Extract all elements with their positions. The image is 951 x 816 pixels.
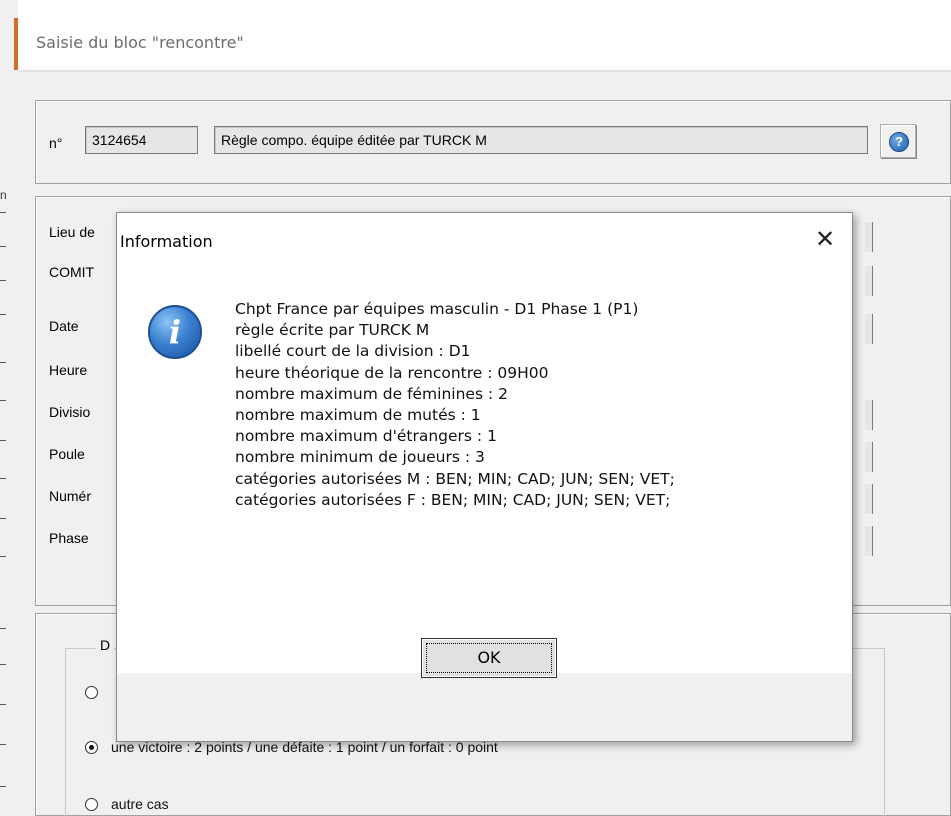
background-text-fragment: n: [0, 188, 7, 202]
message-line: libellé court de la division : D1: [235, 342, 471, 361]
dialog-title-bar: Information ✕: [117, 213, 852, 263]
strip-tick: [0, 246, 6, 247]
row-label-poule: Poule: [49, 446, 85, 462]
ok-button[interactable]: OK: [421, 638, 557, 678]
strip-tick: [0, 280, 6, 281]
info-icon: i: [148, 305, 202, 359]
dialog-title: Information: [120, 232, 213, 251]
strip-tick: [0, 744, 6, 745]
row-label-date: Date: [49, 318, 79, 334]
dialog-footer: [117, 673, 852, 741]
strip-tick: [0, 478, 6, 479]
strip-tick: [0, 314, 6, 315]
row-label-phase: Phase: [49, 530, 89, 546]
message-line: nombre maximum de féminines : 2: [235, 384, 508, 403]
field-lieu[interactable]: [865, 222, 873, 252]
field-phase[interactable]: [865, 526, 873, 556]
strip-tick: [0, 664, 6, 665]
row-label-division: Divisio: [49, 404, 91, 420]
message-line: nombre maximum d'étrangers : 1: [235, 427, 497, 446]
strip-tick: [0, 440, 6, 441]
dialog-body: i Chpt France par équipes masculin - D1 …: [117, 263, 852, 673]
strip-tick: [0, 704, 6, 705]
rule-description-field: Règle compo. équipe éditée par TURCK M: [214, 126, 868, 154]
field-poule[interactable]: [865, 442, 873, 472]
strip-tick: [0, 518, 6, 519]
close-icon[interactable]: ✕: [807, 223, 843, 255]
points-option-radio-1[interactable]: [85, 686, 98, 699]
message-line: nombre minimum de joueurs : 3: [235, 448, 485, 467]
message-line: Chpt France par équipes masculin - D1 Ph…: [235, 300, 639, 318]
number-label: n°: [49, 135, 63, 151]
help-button[interactable]: ?: [880, 124, 916, 158]
field-date[interactable]: [865, 314, 873, 344]
window-title-bar: Saisie du bloc "rencontre": [18, 0, 951, 72]
strip-tick: [0, 400, 6, 401]
message-line: catégories autorisées M : BEN; MIN; CAD;…: [235, 469, 675, 488]
message-line: nombre maximum de mutés : 1: [235, 406, 481, 425]
row-label-comite: COMIT: [49, 264, 95, 280]
strip-tick: [0, 362, 6, 363]
information-dialog: Information ✕ i Chpt France par équipes …: [116, 212, 853, 742]
points-option-radio-3[interactable]: [85, 798, 98, 811]
field-comite[interactable]: [865, 266, 873, 296]
message-line: règle écrite par TURCK M: [235, 321, 430, 340]
strip-tick: [0, 212, 6, 213]
question-circle-icon: ?: [889, 132, 909, 152]
points-group-title: D: [96, 637, 115, 653]
points-option-label-3: autre cas: [111, 796, 169, 812]
strip-tick: [0, 786, 6, 787]
background-window-strip: n: [0, 0, 18, 816]
message-line: catégories autorisées F : BEN; MIN; CAD;…: [235, 490, 671, 509]
strip-tick: [0, 556, 6, 557]
meeting-number-field: 3124654: [85, 126, 198, 154]
row-label-lieu: Lieu de: [49, 224, 95, 240]
field-numero[interactable]: [865, 484, 873, 514]
dialog-message: Chpt France par équipes masculin - D1 Ph…: [235, 299, 845, 511]
message-line: heure théorique de la rencontre : 09H00: [235, 363, 549, 382]
row-label-numero: Numér: [49, 488, 92, 504]
focus-rectangle: [426, 643, 552, 673]
strip-tick: [0, 628, 6, 629]
window-title: Saisie du bloc "rencontre": [36, 33, 244, 52]
points-option-radio-2[interactable]: [85, 741, 98, 754]
field-division[interactable]: [865, 400, 873, 430]
row-label-heure: Heure: [49, 362, 88, 378]
